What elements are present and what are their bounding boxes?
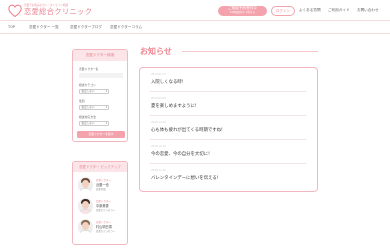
- method-select[interactable]: 指定しない: [79, 121, 109, 126]
- reserve-sublabel: 24時間受付中 予約する: [229, 11, 256, 14]
- category-select[interactable]: 指定しない: [79, 89, 109, 94]
- global-nav: TOP 恋愛ドクター 一覧 恋愛ドクターブログ 恋愛ドクターコラム: [0, 20, 390, 34]
- search-submit-button[interactable]: 恋愛ドクターを探す: [77, 131, 125, 138]
- doctor-name-label: 恋愛ドクター名: [79, 67, 99, 71]
- news-title: 夏を楽しめますように!: [151, 104, 197, 109]
- site-header: 恋愛でお悩みの方へ｜オンライン相談 恋愛総合クリニック ご相談予約受付中 24時…: [0, 0, 390, 22]
- method-label: 相談対応方法: [79, 115, 96, 119]
- nav-doctor-blog[interactable]: 恋愛ドクターブログ: [70, 25, 102, 30]
- doctor-avatar: [78, 219, 93, 235]
- news-title: バレンタインデーに想いを伝える!: [151, 176, 219, 181]
- site-logo-text[interactable]: 恋愛総合クリニック: [24, 7, 92, 17]
- reserve-button[interactable]: ご相談予約受付中 24時間受付中 予約する: [218, 6, 267, 16]
- doctor-avatar: [78, 198, 93, 214]
- news-item[interactable]: 2019.01.15 入院しくなる時!: [150, 70, 306, 92]
- news-date: 2018.12.25: [151, 121, 166, 124]
- pickup-title: 恋愛ドクター ピックアップ: [73, 162, 127, 172]
- pickup-doctor-item[interactable]: 恋愛ドクター 近藤一也 恋愛全般: [77, 177, 127, 195]
- title-divider: [182, 51, 318, 52]
- page-title: お知らせ: [140, 47, 172, 56]
- doctor-pickup-box: 恋愛ドクター ピックアップ 恋愛ドクター 近藤一也 恋愛全般 恋愛ドクター 中原…: [72, 161, 128, 245]
- news-date: 2018.11.30: [151, 169, 166, 172]
- news-date: 2019.01.08: [151, 97, 166, 100]
- heart-logo-icon[interactable]: [8, 4, 22, 18]
- pickup-doctor-item[interactable]: 恋愛ドクター 中原美香 恋愛カウンセラー: [77, 198, 127, 216]
- doctor-role: 恋愛カウンセラー: [96, 230, 116, 233]
- news-title: 今の恋愛、今の自分を大切に!: [151, 152, 210, 157]
- news-list: 2019.01.15 入院しくなる時! 2019.01.08 夏を楽しめますよう…: [139, 67, 318, 192]
- news-item[interactable]: 2018.12.25 心も体も疲れが出てくる時期ですね!: [150, 118, 306, 140]
- nav-top[interactable]: TOP: [8, 25, 15, 29]
- guide-link[interactable]: ご利用ガイド: [328, 8, 350, 13]
- news-item[interactable]: 2019.01.08 夏を楽しめますように!: [150, 94, 306, 116]
- faq-link[interactable]: よくある質問: [299, 8, 321, 13]
- gender-select[interactable]: 指定しない: [79, 105, 109, 110]
- pickup-doctor-item[interactable]: 恋愛ドクター 村山明日香 恋愛カウンセラー: [77, 219, 127, 237]
- doctor-role: 恋愛カウンセラー: [96, 209, 116, 212]
- contact-link[interactable]: お問い合わせ: [357, 8, 379, 13]
- news-date: 2018.12.12: [151, 145, 166, 148]
- doctor-search-box: 恋愛ドクター検索 恋愛ドクター名 相談カテゴリ 指定しない 性別 指定しない 相…: [72, 49, 128, 142]
- doctor-name-input[interactable]: [79, 73, 123, 78]
- gender-label: 性別: [79, 99, 85, 103]
- news-item[interactable]: 2018.12.12 今の恋愛、今の自分を大切に!: [150, 142, 306, 164]
- doctor-role: 恋愛全般: [96, 188, 106, 191]
- nav-doctor-column[interactable]: 恋愛ドクターコラム: [110, 25, 142, 30]
- login-button[interactable]: ログイン: [271, 6, 295, 16]
- search-box-title: 恋愛ドクター検索: [73, 50, 127, 61]
- doctor-avatar: [78, 177, 93, 193]
- news-title: 心も体も疲れが出てくる時期ですね!: [151, 128, 223, 133]
- category-label: 相談カテゴリ: [79, 83, 96, 87]
- news-item[interactable]: 2018.11.30 バレンタインデーに想いを伝える!: [150, 166, 306, 188]
- news-date: 2019.01.15: [151, 73, 166, 76]
- nav-doctor-list[interactable]: 恋愛ドクター 一覧: [29, 25, 59, 30]
- news-title: 入院しくなる時!: [151, 80, 184, 85]
